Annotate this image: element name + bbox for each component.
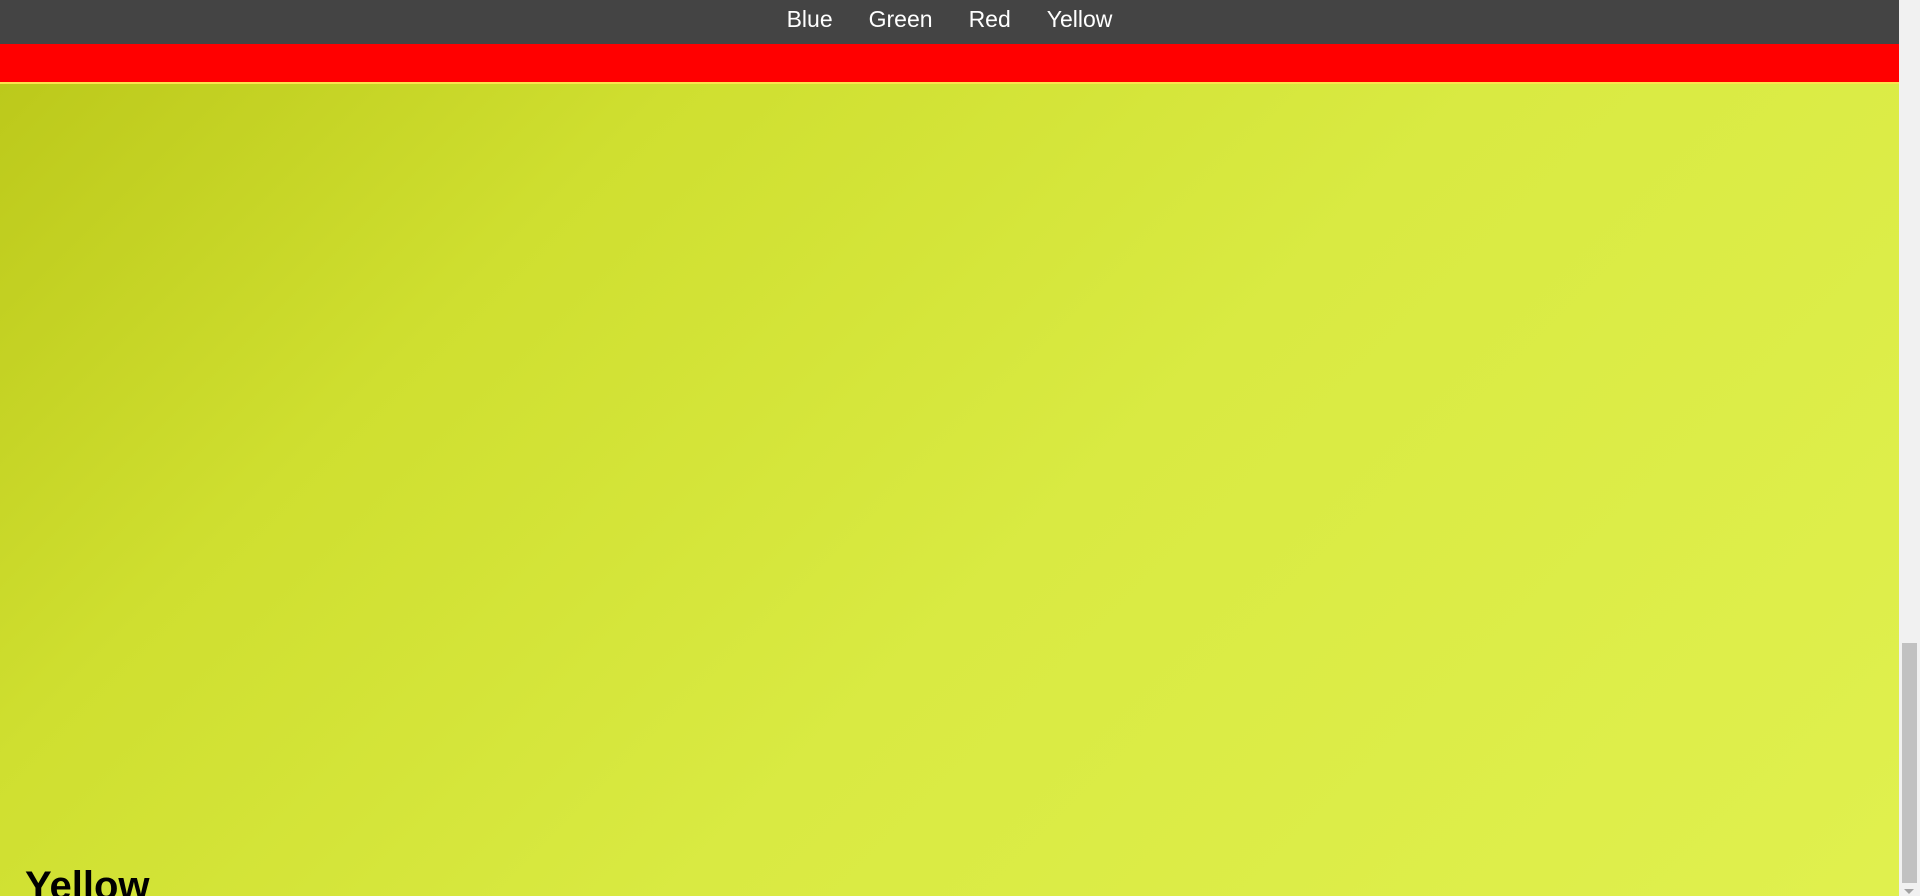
vertical-scrollbar[interactable]: [1899, 0, 1920, 896]
page-content: Yellow Blue Green Red Yellow: [0, 0, 1899, 896]
top-navbar: Blue Green Red Yellow: [0, 0, 1899, 44]
nav-link-green[interactable]: Green: [851, 0, 951, 38]
scroll-down-arrow-icon[interactable]: [1904, 889, 1914, 894]
browser-viewport: Yellow Blue Green Red Yellow: [0, 0, 1920, 896]
yellow-section: Yellow: [0, 84, 1899, 896]
nav-link-yellow[interactable]: Yellow: [1029, 0, 1131, 38]
scrollbar-thumb[interactable]: [1902, 643, 1917, 883]
nav-link-blue[interactable]: Blue: [769, 0, 851, 38]
yellow-section-heading: Yellow: [25, 864, 150, 896]
nav-link-red[interactable]: Red: [951, 0, 1029, 38]
